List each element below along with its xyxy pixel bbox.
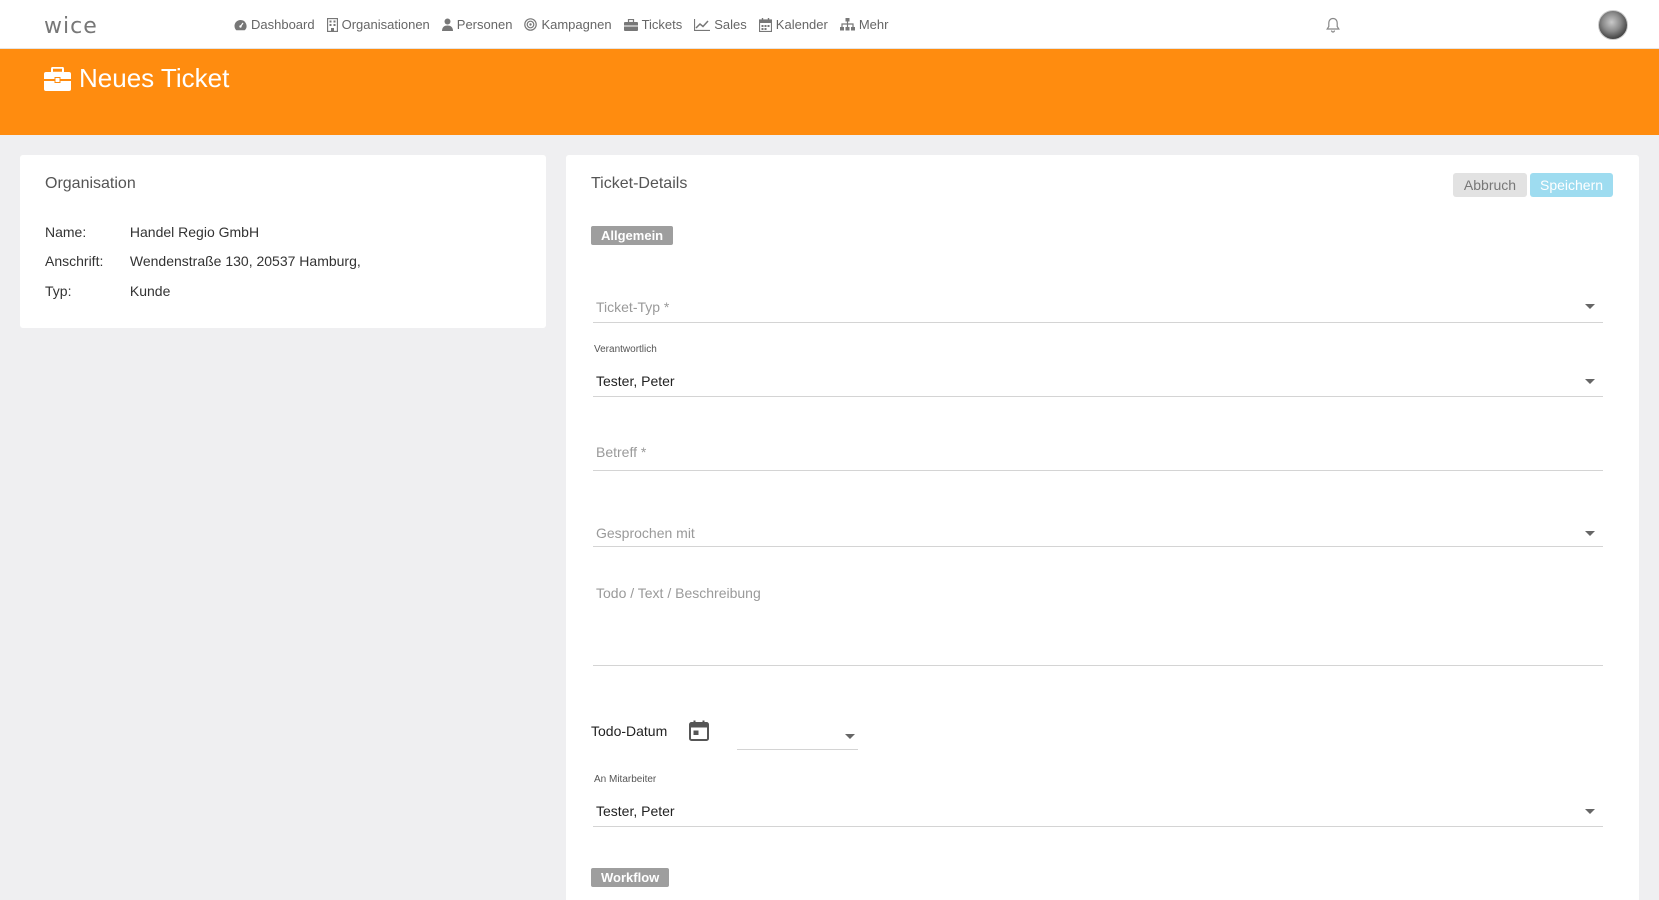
todo-date-label: Todo-Datum (591, 723, 668, 739)
org-address-value: Wendenstraße 130, 20537 Hamburg, (129, 253, 361, 269)
section-badge-workflow: Workflow (591, 868, 670, 887)
description-textarea[interactable]: Todo / Text / Beschreibung (593, 565, 1603, 666)
org-type-value: Kunde (129, 283, 171, 299)
calendar-icon[interactable] (689, 720, 709, 741)
nav-label: Kampagnen (541, 17, 612, 32)
cancel-button[interactable]: Abbruch (1453, 173, 1527, 197)
caret-down-icon (845, 734, 855, 739)
nav-label: Dashboard (251, 17, 315, 32)
caret-down-icon (1585, 379, 1595, 384)
todo-date-select[interactable] (737, 717, 858, 750)
org-address-label: Anschrift: (45, 253, 104, 269)
briefcase-icon (44, 66, 71, 91)
nav-label: Tickets (641, 17, 683, 32)
target-icon (524, 18, 538, 31)
line-chart-icon (694, 18, 711, 31)
calendar-icon (758, 17, 772, 32)
responsible-label: Verantwortlich (594, 344, 657, 355)
nav-organisationen[interactable]: Organisationen (326, 17, 430, 32)
nav-mehr[interactable]: Mehr (839, 17, 889, 32)
employee-label: An Mitarbeiter (594, 774, 657, 785)
ticket-type-select[interactable]: Ticket-Typ * (593, 280, 1603, 323)
subject-field[interactable]: Betreff * (593, 415, 1603, 471)
nav-label: Kalender (775, 17, 828, 32)
ticket-details-title: Ticket-Details (591, 175, 688, 192)
main-nav: Dashboard Organisationen Personen Kampag… (234, 0, 900, 49)
employee-select[interactable]: An Mitarbeiter Tester, Peter (593, 768, 1603, 827)
spoken-with-placeholder: Gesprochen mit (596, 525, 695, 541)
page-title: Neues Ticket (44, 63, 229, 94)
org-name-value: Handel Regio GmbH (129, 224, 260, 240)
caret-down-icon (1585, 304, 1595, 309)
caret-down-icon (1585, 809, 1595, 814)
dashboard-icon (234, 19, 247, 30)
organisation-title: Organisation (45, 175, 136, 192)
nav-label: Sales (714, 17, 747, 32)
page-header: Neues Ticket (0, 49, 1659, 135)
nav-tickets[interactable]: Tickets (623, 17, 683, 32)
bell-icon[interactable] (1326, 17, 1340, 33)
nav-label: Personen (456, 17, 513, 32)
nav-label: Organisationen (341, 17, 430, 32)
org-name-label: Name: (45, 224, 87, 240)
person-icon (441, 18, 453, 31)
org-address-row: Anschrift: Wendenstraße 130, 20537 Hambu… (45, 253, 361, 269)
section-badge-general: Allgemein (591, 226, 674, 245)
org-type-label: Typ: (45, 283, 72, 299)
sitemap-icon (839, 18, 855, 31)
nav-label: Mehr (858, 17, 889, 32)
page-title-text: Neues Ticket (79, 63, 230, 93)
organisation-card: Organisation Name: Handel Regio GmbH Ans… (20, 155, 546, 328)
avatar[interactable] (1598, 10, 1628, 40)
spoken-with-select[interactable]: Gesprochen mit (593, 490, 1603, 547)
org-type-row: Typ: Kunde (45, 283, 170, 299)
responsible-select[interactable]: Verantwortlich Tester, Peter (593, 338, 1603, 397)
nav-dashboard[interactable]: Dashboard (234, 17, 315, 32)
ticket-type-placeholder: Ticket-Typ * (596, 299, 670, 315)
subject-placeholder: Betreff * (596, 444, 647, 460)
briefcase-icon (623, 18, 638, 31)
caret-down-icon (1585, 531, 1595, 536)
save-button[interactable]: Speichern (1530, 173, 1613, 197)
nav-personen[interactable]: Personen (441, 17, 513, 32)
responsible-value: Tester, Peter (596, 373, 675, 389)
building-icon (326, 17, 338, 32)
logo[interactable]: wice (44, 14, 98, 39)
top-navbar: wice Dashboard Organisationen Personen K… (0, 0, 1659, 49)
ticket-details-card: Ticket-Details Abbruch Speichern Allgeme… (566, 155, 1639, 900)
nav-sales[interactable]: Sales (694, 17, 747, 32)
description-placeholder: Todo / Text / Beschreibung (596, 585, 761, 601)
nav-kalender[interactable]: Kalender (758, 17, 828, 32)
org-name-row: Name: Handel Regio GmbH (45, 224, 259, 240)
employee-value: Tester, Peter (596, 803, 675, 819)
nav-kampagnen[interactable]: Kampagnen (524, 17, 612, 32)
